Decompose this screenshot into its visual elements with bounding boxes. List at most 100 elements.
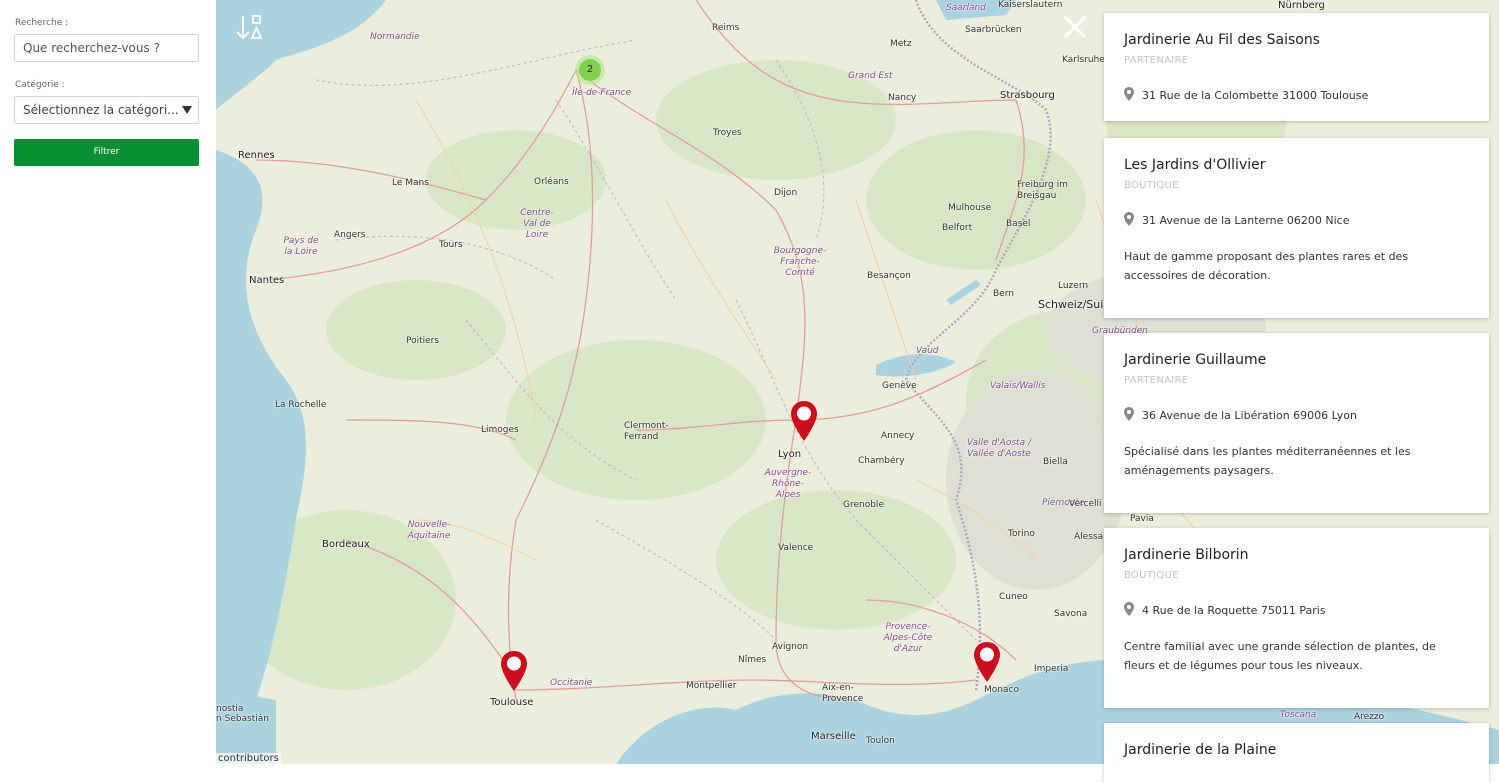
city-label: Tours xyxy=(439,240,463,250)
region-label: Pays de la Loire xyxy=(283,236,319,257)
city-label: Nürnberg xyxy=(1278,0,1325,11)
city-label: La Rochelle xyxy=(275,400,327,410)
result-address: 31 Avenue de la Lanterne 06200 Nice xyxy=(1124,212,1349,229)
result-card[interactable]: Jardinerie Au Fil des Saisons PARTENAIRE… xyxy=(1104,13,1489,121)
city-label: Mulhouse xyxy=(948,203,992,213)
result-description: Centre familial avec une grande sélectio… xyxy=(1124,640,1436,672)
city-label: Savona xyxy=(1054,609,1088,619)
city-label: Bern xyxy=(993,289,1014,299)
city-label: Poitiers xyxy=(406,336,440,346)
result-description: Spécialisé dans les plantes méditerranée… xyxy=(1124,445,1411,477)
location-pin-icon xyxy=(1124,407,1134,424)
city-label: Nîmes xyxy=(738,655,767,665)
region-label: Saarland xyxy=(946,3,986,13)
map-marker-icon[interactable] xyxy=(500,650,528,692)
city-label: Vercelli xyxy=(1069,499,1102,509)
city-label: Basel xyxy=(1006,219,1031,229)
city-label: Limoges xyxy=(481,425,519,435)
location-pin-icon xyxy=(1124,212,1134,229)
result-title: Jardinerie Au Fil des Saisons xyxy=(1124,32,1320,48)
city-label: Belfort xyxy=(942,223,973,233)
location-pin-icon xyxy=(1124,87,1134,104)
city-label: Freiburg im Breisgau xyxy=(1017,180,1068,201)
map-marker-icon[interactable] xyxy=(790,400,818,442)
region-label: Grand Est xyxy=(848,71,893,81)
city-label: Le Mans xyxy=(392,178,429,188)
city-label: Pavia xyxy=(1130,514,1154,524)
city-label: Luzern xyxy=(1058,281,1089,291)
city-label: Besançon xyxy=(867,271,911,281)
close-icon[interactable] xyxy=(1062,14,1088,40)
city-label: Orléans xyxy=(534,177,569,187)
result-address: 36 Avenue de la Libération 69006 Lyon xyxy=(1124,407,1357,424)
result-card[interactable]: Jardinerie Bilborin BOUTIQUE 4 Rue de la… xyxy=(1104,528,1489,708)
city-label: n Sebastián xyxy=(216,714,269,724)
region-label: Île-de-France xyxy=(572,88,632,98)
caret-down-icon xyxy=(182,106,192,114)
city-label: Montpellier xyxy=(686,681,737,691)
city-label: Karlsruhe xyxy=(1062,55,1105,65)
city-label: Lyon xyxy=(778,449,802,460)
city-label: Nantes xyxy=(249,275,285,286)
category-select[interactable]: Sélectionnez la catégori... xyxy=(14,96,199,124)
search-label: Recherche : xyxy=(15,18,69,28)
region-label: Auvergne-Rhône-Alpes xyxy=(764,468,812,500)
region-label: Valais/Wallis xyxy=(990,381,1046,391)
city-label: Marseille xyxy=(811,731,856,742)
result-address-text: 36 Avenue de la Libération 69006 Lyon xyxy=(1142,409,1357,422)
location-pin-icon xyxy=(1124,602,1134,619)
region-label: Vaud xyxy=(916,346,939,356)
result-card[interactable]: Les Jardins d'Ollivier BOUTIQUE 31 Avenu… xyxy=(1104,138,1489,318)
region-label: Toscana xyxy=(1280,710,1317,720)
category-select-value: Sélectionnez la catégori... xyxy=(23,103,179,117)
region-label: Nouvelle-Aquitaine xyxy=(407,520,451,541)
city-label: Metz xyxy=(890,39,912,49)
city-label: Rennes xyxy=(238,150,275,161)
region-label: Provence-Alpes-Côte d'Azur xyxy=(883,622,933,654)
city-label: Cuneo xyxy=(999,592,1028,602)
city-label: Valence xyxy=(778,543,814,553)
result-type: PARTENAIRE xyxy=(1124,55,1189,66)
city-label: Annecy xyxy=(881,431,915,441)
result-type: BOUTIQUE xyxy=(1124,180,1179,191)
city-label: Chambéry xyxy=(858,456,905,466)
map-attribution[interactable]: contributors xyxy=(216,753,281,764)
city-label: Nancy xyxy=(888,93,917,103)
city-label: Reims xyxy=(712,23,740,33)
search-input[interactable] xyxy=(14,34,199,62)
filter-button[interactable]: Filtrer xyxy=(14,139,199,166)
result-address: 31 Rue de la Colombette 31000 Toulouse xyxy=(1124,87,1368,104)
city-label: Angers xyxy=(334,230,366,240)
sort-icon[interactable] xyxy=(234,14,264,42)
region-label: Centre-Val de Loire xyxy=(520,208,554,240)
region-label: Bourgogne-Franche-Comté xyxy=(773,246,827,278)
city-label: Dijon xyxy=(774,188,798,198)
result-card[interactable]: Jardinerie de la Plaine xyxy=(1104,723,1489,783)
region-label: Valle d'Aosta / Vallée d'Aoste xyxy=(967,438,1031,459)
result-type: BOUTIQUE xyxy=(1124,570,1179,581)
city-label: Aix-en-Provence xyxy=(822,683,864,704)
result-card[interactable]: Jardinerie Guillaume PARTENAIRE 36 Avenu… xyxy=(1104,333,1489,513)
city-label: Strasbourg xyxy=(1000,90,1055,101)
city-label: Bordeaux xyxy=(322,539,370,550)
city-label: Imperia xyxy=(1034,664,1069,674)
cluster-count: 2 xyxy=(579,59,601,81)
result-address-text: 31 Rue de la Colombette 31000 Toulouse xyxy=(1142,89,1369,102)
city-label: Troyes xyxy=(713,128,742,138)
result-address-text: 4 Rue de la Roquette 75011 Paris xyxy=(1142,604,1326,617)
city-label: Toulon xyxy=(866,736,895,746)
city-label: Genève xyxy=(882,381,917,391)
city-label: Saarbrücken xyxy=(965,25,1022,35)
city-label: Kaiserslautern xyxy=(998,0,1063,10)
city-label: Biella xyxy=(1043,457,1068,467)
marker-cluster[interactable]: 2 xyxy=(575,55,605,85)
result-title: Jardinerie de la Plaine xyxy=(1124,742,1277,758)
category-label: Catégorie : xyxy=(15,80,65,90)
result-title: Jardinerie Bilborin xyxy=(1124,547,1249,563)
map-marker-icon[interactable] xyxy=(973,641,1001,683)
city-label: Arezzo xyxy=(1354,712,1385,722)
region-label: Occitanie xyxy=(550,678,593,688)
region-label: Normandie xyxy=(370,32,420,42)
result-address-text: 31 Avenue de la Lanterne 06200 Nice xyxy=(1142,214,1350,227)
city-label: Toulouse xyxy=(490,697,534,708)
